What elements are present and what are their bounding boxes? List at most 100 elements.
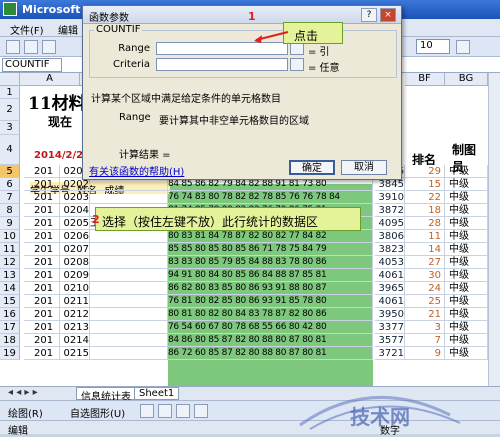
cell-course-scores[interactable]: 76 81 80 82 85 80 86 93 91 85 78 80 [168, 295, 373, 308]
cell-name[interactable] [90, 256, 168, 269]
cell-total-score[interactable]: 4061 [375, 295, 405, 308]
cell-level[interactable]: 中级 [445, 165, 488, 178]
cell-student-id[interactable]: 0205 [60, 217, 90, 230]
cell-rank[interactable]: 25 [405, 295, 445, 308]
cell-course-scores[interactable]: 83 83 80 85 79 85 84 88 83 78 80 86 [168, 256, 373, 269]
cell-course-scores[interactable]: 80 81 80 82 80 84 83 78 87 82 80 86 [168, 308, 373, 321]
cell-student-id[interactable]: 0206 [60, 230, 90, 243]
row-header[interactable]: 17 [0, 321, 20, 334]
cell-class[interactable]: 201 [24, 165, 60, 178]
cell-rank[interactable]: 18 [405, 204, 445, 217]
cell-level[interactable]: 中级 [445, 282, 488, 295]
criteria-collapse-icon[interactable] [290, 58, 304, 71]
cell-class[interactable]: 201 [24, 282, 60, 295]
cell-total-score[interactable]: 3806 [375, 230, 405, 243]
row-header[interactable]: 9 [0, 217, 20, 230]
cell-student-id[interactable]: 0212 [60, 308, 90, 321]
cell-level[interactable]: 中级 [445, 347, 488, 360]
cell-name[interactable] [90, 282, 168, 295]
cell-student-id[interactable]: 0203 [60, 191, 90, 204]
cell-course-scores[interactable]: 86 72 60 85 87 82 80 88 80 87 80 81 [168, 347, 373, 360]
font-size-select[interactable]: 10 [416, 39, 450, 54]
menu-edit[interactable]: 编辑 [58, 22, 78, 37]
cell-class[interactable]: 201 [24, 217, 60, 230]
cell-level[interactable]: 中级 [445, 204, 488, 217]
save-icon[interactable] [42, 40, 56, 54]
tab-info-stats[interactable]: 信息统计表 [76, 387, 136, 403]
cell-class[interactable]: 201 [24, 243, 60, 256]
cell-class[interactable]: 201 [24, 256, 60, 269]
cell-rank[interactable]: 22 [405, 191, 445, 204]
cell-class[interactable]: 201 [24, 321, 60, 334]
cell-rank[interactable]: 27 [405, 256, 445, 269]
cell-rank[interactable]: 14 [405, 243, 445, 256]
tab-sheet1[interactable]: Sheet1 [134, 387, 180, 400]
cell-class[interactable]: 201 [24, 230, 60, 243]
col-header-bg[interactable]: BG [445, 73, 488, 86]
cell-rank[interactable]: 3 [405, 321, 445, 334]
cell-level[interactable]: 中级 [445, 295, 488, 308]
cell-name[interactable] [90, 308, 168, 321]
row-header[interactable]: 1 [0, 86, 20, 99]
cell-name[interactable] [90, 334, 168, 347]
line-icon[interactable] [140, 404, 154, 418]
cell-student-id[interactable]: 0204 [60, 204, 90, 217]
cell-level[interactable]: 中级 [445, 230, 488, 243]
cell-class[interactable]: 201 [24, 191, 60, 204]
cell-rank[interactable]: 21 [405, 308, 445, 321]
cell-total-score[interactable]: 3721 [375, 347, 405, 360]
cell-rank[interactable]: 29 [405, 165, 445, 178]
fill-color-icon[interactable] [456, 40, 470, 54]
arrow-icon[interactable] [158, 404, 172, 418]
ok-button[interactable]: 确定 [289, 160, 335, 175]
rectangle-icon[interactable] [176, 404, 190, 418]
open-icon[interactable] [24, 40, 38, 54]
row-header[interactable]: 16 [0, 308, 20, 321]
row-header[interactable]: 15 [0, 295, 20, 308]
row-header[interactable]: 3 [0, 121, 20, 135]
cell-class[interactable]: 201 [24, 295, 60, 308]
cell-level[interactable]: 中级 [445, 256, 488, 269]
help-icon[interactable]: ? [361, 8, 377, 22]
row-header[interactable]: 13 [0, 269, 20, 282]
menu-file[interactable]: 文件(F) [10, 22, 44, 37]
cell-course-scores[interactable]: 94 91 80 84 80 85 86 84 88 87 85 81 [168, 269, 373, 282]
close-icon[interactable]: × [380, 8, 396, 22]
cell-total-score[interactable]: 4095 [375, 217, 405, 230]
cell-level[interactable]: 中级 [445, 178, 488, 191]
cell-student-id[interactable]: 0207 [60, 243, 90, 256]
cell-level[interactable]: 中级 [445, 321, 488, 334]
corner-select-all[interactable] [0, 73, 20, 86]
cell-total-score[interactable]: 4053 [375, 256, 405, 269]
row-header[interactable]: 7 [0, 191, 20, 204]
cell-rank[interactable]: 7 [405, 334, 445, 347]
row-header[interactable]: 4 [0, 135, 20, 165]
cancel-button[interactable]: 取消 [341, 160, 387, 175]
cell-rank[interactable]: 28 [405, 217, 445, 230]
col-header-a[interactable]: A [20, 73, 80, 86]
cell-class[interactable]: 201 [24, 204, 60, 217]
col-header-bf[interactable]: BF [405, 73, 445, 86]
cell-name[interactable] [90, 191, 168, 204]
cell-class[interactable]: 201 [24, 178, 60, 191]
cell-name[interactable] [90, 230, 168, 243]
cell-rank[interactable]: 24 [405, 282, 445, 295]
cell-course-scores[interactable]: 85 85 80 85 80 85 86 71 78 75 84 79 [168, 243, 373, 256]
criteria-input[interactable] [156, 58, 288, 71]
cell-total-score[interactable]: 3377 [375, 321, 405, 334]
row-header[interactable]: 11 [0, 243, 20, 256]
cell-level[interactable]: 中级 [445, 269, 488, 282]
cell-name[interactable] [90, 347, 168, 360]
cell-student-id[interactable]: 0209 [60, 269, 90, 282]
cell-student-id[interactable]: 0215 [60, 347, 90, 360]
cell-level[interactable]: 中级 [445, 243, 488, 256]
tab-nav-arrows[interactable]: ◂ ◂ ▸ ▸ [4, 387, 48, 400]
cell-name[interactable] [90, 243, 168, 256]
cell-student-id[interactable]: 0211 [60, 295, 90, 308]
cell-total-score[interactable]: 3823 [375, 243, 405, 256]
draw-menu[interactable]: 绘图(R) [8, 405, 43, 420]
cell-class[interactable]: 201 [24, 334, 60, 347]
cell-name[interactable] [90, 295, 168, 308]
cell-level[interactable]: 中级 [445, 191, 488, 204]
row-header[interactable]: 5 [0, 165, 20, 178]
